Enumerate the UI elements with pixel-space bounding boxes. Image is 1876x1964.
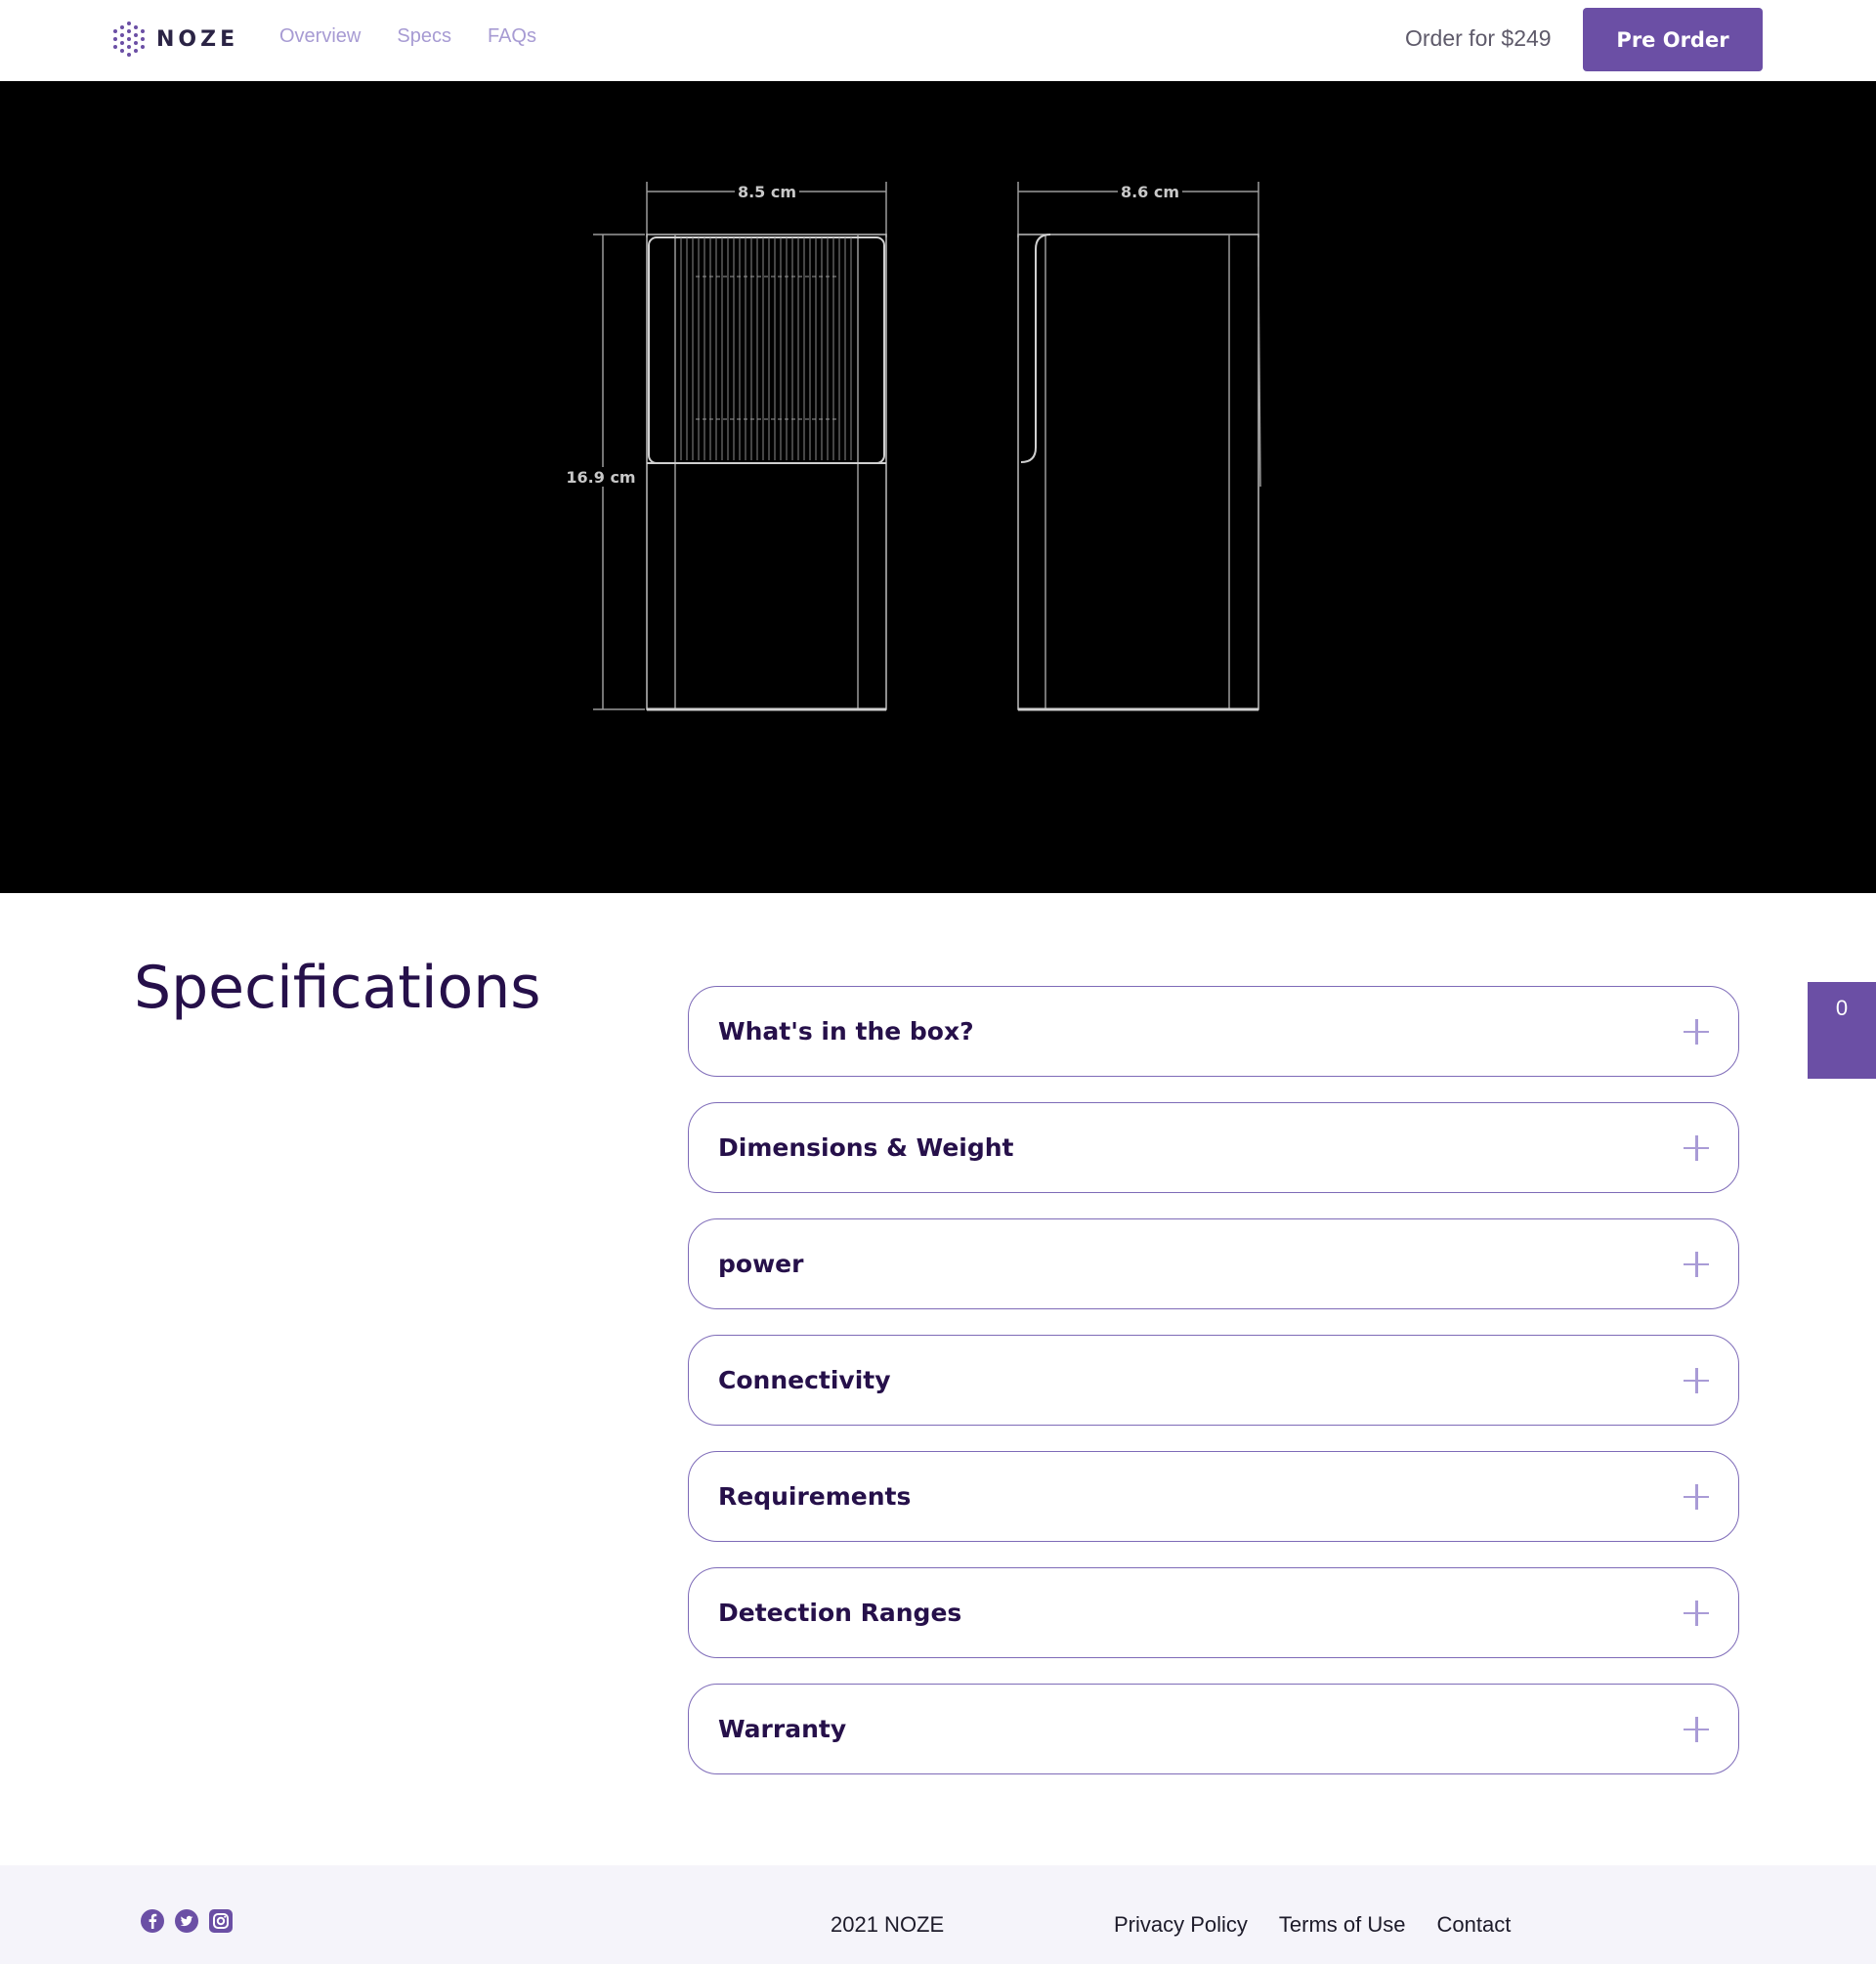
twitter-icon[interactable] <box>174 1908 199 1934</box>
dimensions-drawing: 8.5 cm 8.6 cm 16.9 cm <box>0 81 1876 893</box>
nav-overview[interactable]: Overview <box>279 25 361 48</box>
social-links <box>140 1908 234 1934</box>
accordion-label: Requirements <box>718 1482 912 1511</box>
plus-icon[interactable] <box>1684 1483 1709 1510</box>
nav-specs[interactable]: Specs <box>397 25 451 48</box>
contact-link[interactable]: Contact <box>1437 1912 1512 1938</box>
depth-label: 8.6 cm <box>1121 183 1179 201</box>
footer-links: Privacy Policy Terms of Use Contact <box>1114 1912 1542 1938</box>
terms-of-use-link[interactable]: Terms of Use <box>1279 1912 1406 1938</box>
copyright-text: 2021 NOZE <box>831 1912 945 1937</box>
accordion-item-detection-ranges[interactable]: Detection Ranges <box>688 1567 1739 1658</box>
main-nav: Overview Specs FAQs <box>279 25 573 48</box>
nav-faqs[interactable]: FAQs <box>488 25 536 48</box>
accordion-label: Connectivity <box>718 1366 891 1394</box>
accordion-label: Warranty <box>718 1715 847 1743</box>
plus-icon[interactable] <box>1684 1018 1709 1045</box>
logo-text: NOZE <box>156 26 239 52</box>
site-footer: 2021 NOZE Privacy Policy Terms of Use Co… <box>0 1865 1876 1964</box>
height-label: 16.9 cm <box>566 468 635 487</box>
accordion-item-dimensions-weight[interactable]: Dimensions & Weight <box>688 1102 1739 1193</box>
accordion-item-connectivity[interactable]: Connectivity <box>688 1335 1739 1426</box>
pre-order-button[interactable]: Pre Order <box>1583 8 1763 71</box>
privacy-policy-link[interactable]: Privacy Policy <box>1114 1912 1248 1938</box>
width-label: 8.5 cm <box>738 183 796 201</box>
plus-icon[interactable] <box>1684 1134 1709 1161</box>
accordion-label: What's in the box? <box>718 1017 974 1046</box>
specifications-heading: Specifications <box>134 954 541 1022</box>
device-drawing: 8.5 cm 8.6 cm 16.9 cm <box>566 182 1261 711</box>
accordion-item-power[interactable]: power <box>688 1218 1739 1309</box>
logo[interactable]: NOZE <box>111 20 238 59</box>
specifications-accordion: What's in the box? Dimensions & Weight p… <box>688 986 1739 1800</box>
cart-count-tab[interactable]: 0 <box>1808 982 1876 1079</box>
accordion-label: Detection Ranges <box>718 1599 962 1627</box>
plus-icon[interactable] <box>1684 1600 1709 1626</box>
plus-icon[interactable] <box>1684 1367 1709 1393</box>
accordion-item-requirements[interactable]: Requirements <box>688 1451 1739 1542</box>
instagram-icon[interactable] <box>208 1908 234 1934</box>
accordion-label: power <box>718 1250 804 1278</box>
accordion-item-warranty[interactable]: Warranty <box>688 1684 1739 1774</box>
accordion-label: Dimensions & Weight <box>718 1133 1014 1162</box>
accordion-item-box-contents[interactable]: What's in the box? <box>688 986 1739 1077</box>
side-view <box>1017 182 1261 711</box>
plus-icon[interactable] <box>1684 1251 1709 1277</box>
order-price: Order for $249 <box>1405 25 1552 51</box>
site-header: NOZE Overview Specs FAQs Order for $249 … <box>0 0 1876 81</box>
plus-icon[interactable] <box>1684 1716 1709 1742</box>
logo-icon <box>113 21 145 57</box>
facebook-icon[interactable] <box>140 1908 165 1934</box>
